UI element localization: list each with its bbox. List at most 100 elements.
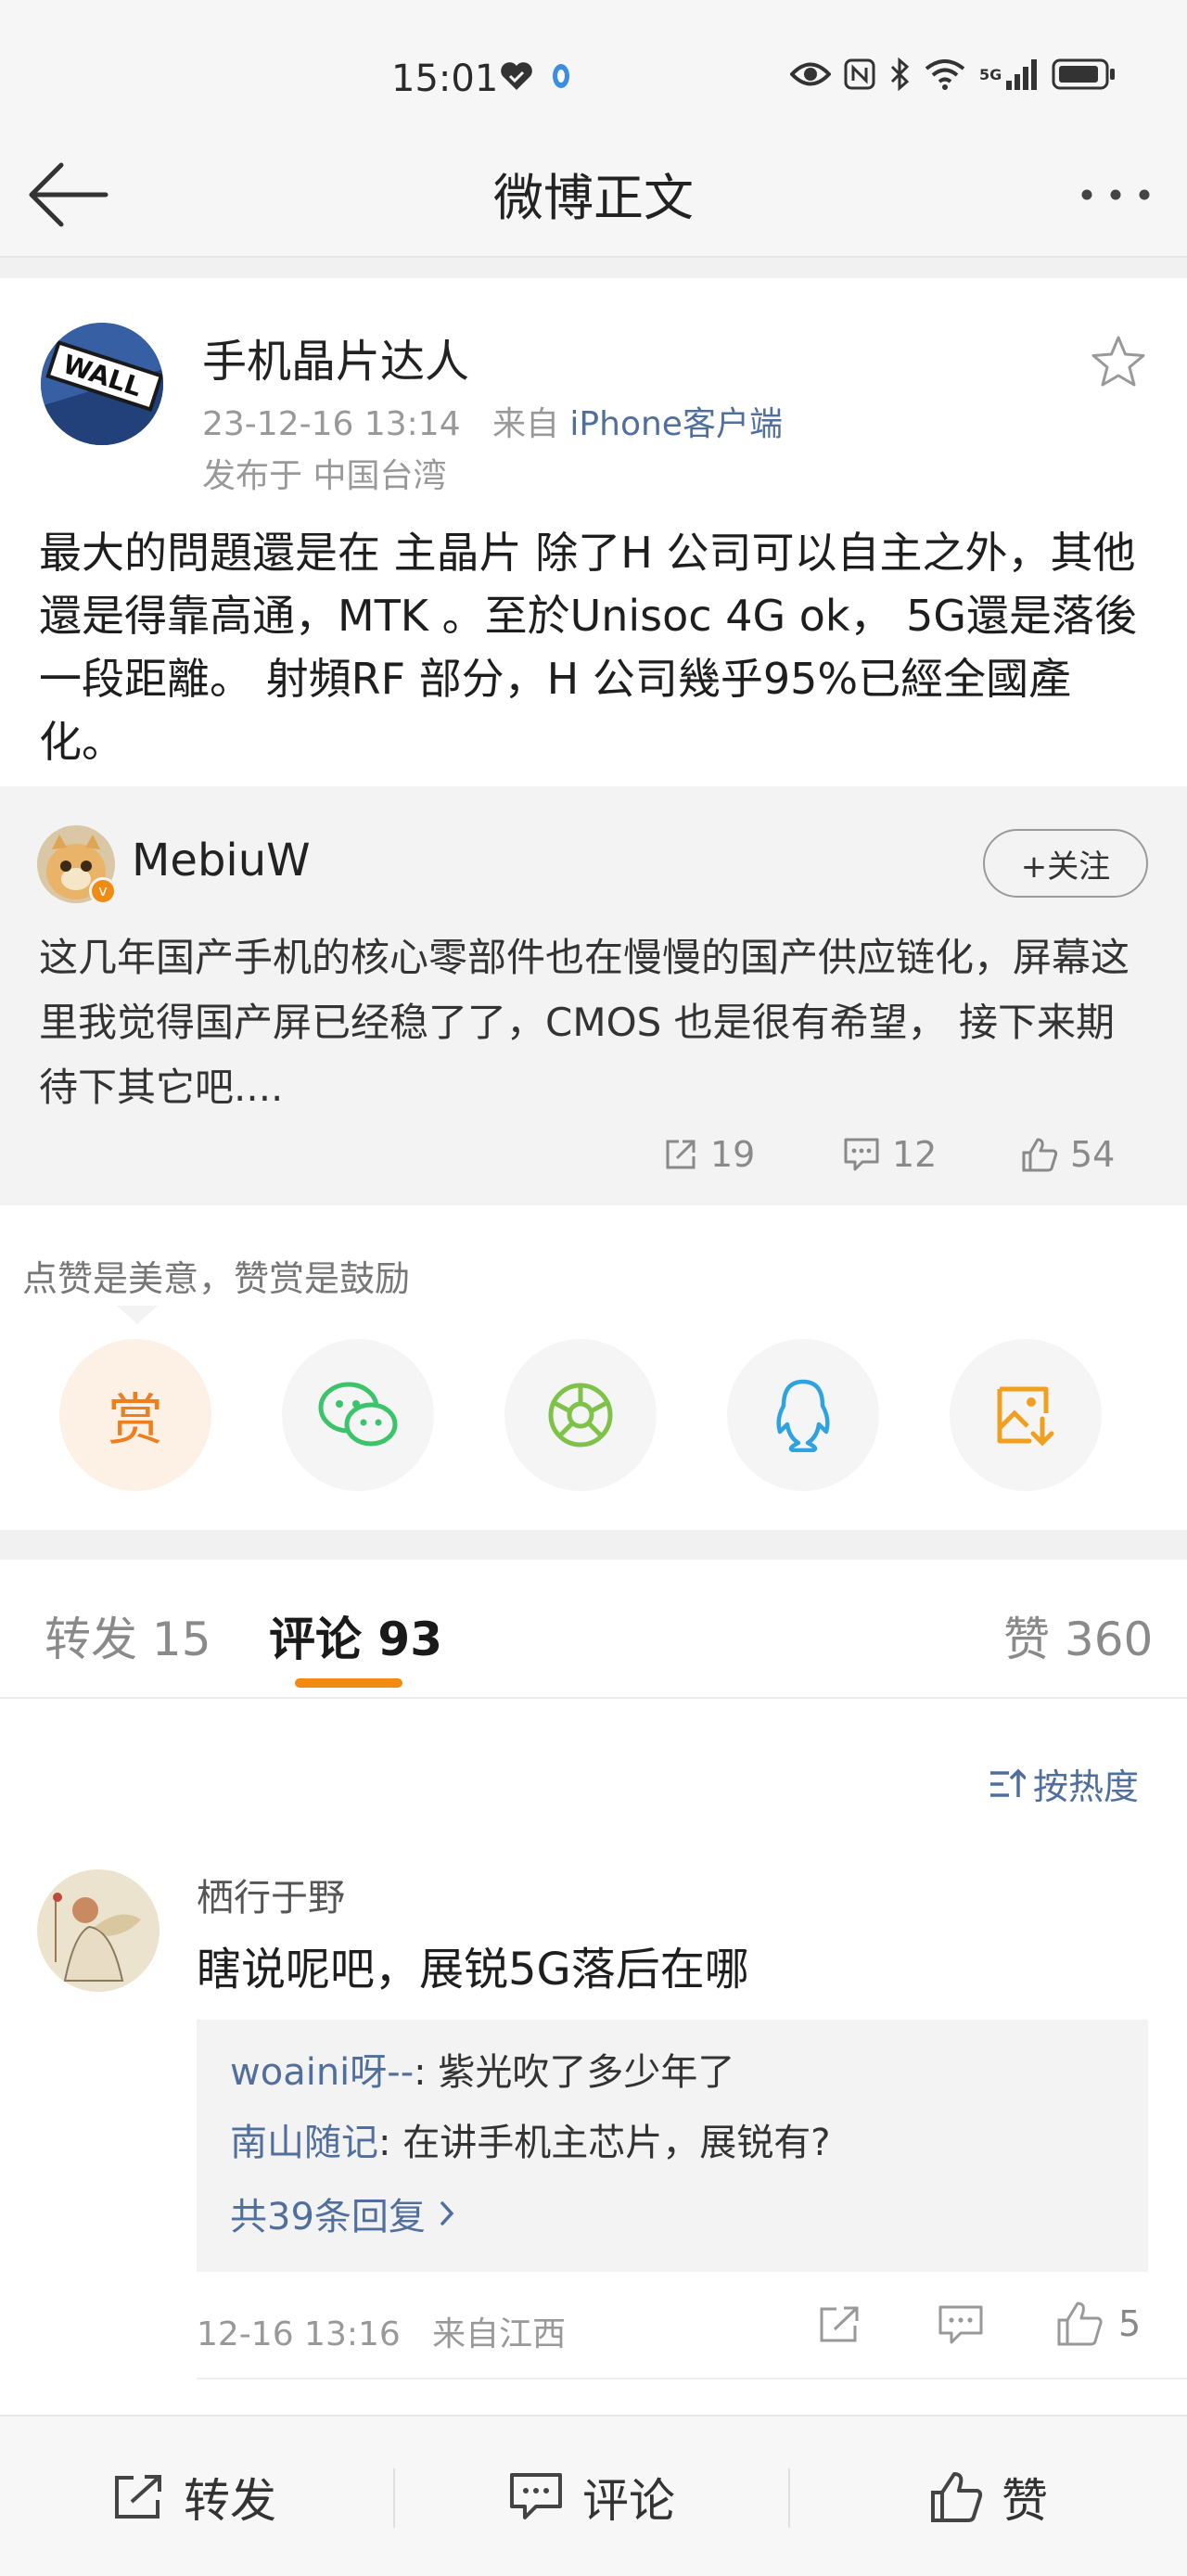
post-location: 发布于 中国台湾 [202,457,447,495]
comment-author[interactable]: 栖行于野 [197,1868,345,1921]
tab-bar: 转发 15 评论 93 赞 360 [0,1560,1187,1699]
illustration-avatar-image [37,1869,160,1992]
quoted-post-stats: 19 12 54 [0,1122,1187,1187]
sort-icon [990,1768,1026,1797]
comment-share-button[interactable] [816,2303,862,2346]
reward-label: 赏 [108,1387,163,1453]
save-image-icon [997,1386,1054,1447]
comment-icon [938,2305,983,2344]
comment-location: 来自江西 [432,2315,567,2353]
repost-icon [666,1140,696,1169]
bottom-comment-button[interactable]: 评论 [508,2417,675,2576]
share-moments-button[interactable] [504,1339,657,1491]
status-bar: 15:01 5G [0,0,1187,139]
comment-time: 12-16 13:16 [197,2315,401,2353]
comment-icon [510,2473,562,2519]
share-qq-button[interactable] [727,1339,879,1491]
quoted-like-count: 54 [1070,1134,1116,1175]
post-body: 最大的問題還是在 主晶片 除了H 公司可以自主之外，其他還是得靠高通，MTK 。… [39,528,1138,767]
bottom-separator [788,2468,790,2528]
qq-icon [776,1379,830,1452]
bottom-like-button[interactable]: 赞 [929,2417,1048,2576]
save-image-button[interactable] [950,1339,1102,1491]
favorite-button[interactable] [1090,334,1147,391]
reward-tip: 点赞是美意，赞赏是鼓励 [22,1258,411,1299]
wall-street-sign-image: WALL [41,323,163,445]
bottom-repost-button[interactable]: 转发 [111,2417,276,2576]
reward-button[interactable]: 赏 [59,1339,211,1491]
location-dot-icon [551,61,571,91]
back-button[interactable] [24,158,109,232]
bottom-comment-label: 评论 [582,2474,675,2528]
comment-text: 瞎说呢吧，展锐5G落后在哪 [197,1944,749,1996]
nav-bar: 微博正文 [0,139,1187,258]
repost-icon [115,2475,161,2519]
tab-like[interactable]: 赞 360 [1003,1602,1153,1669]
post-source-prefix: 来自 [491,405,559,443]
quoted-comment-count: 12 [892,1134,938,1175]
author-avatar[interactable]: WALL [41,323,163,445]
section-divider [0,258,1187,278]
quoted-author-name[interactable]: MebiuW [132,835,311,886]
quoted-post-body: 这几年国产手机的核心零部件也在慢慢的国产供应链化，屏幕这里我觉得国产屏已经稳了了… [39,935,1130,1110]
comment-avatar[interactable] [37,1869,160,1992]
tab-repost[interactable]: 转发 15 [45,1602,211,1669]
quoted-post-card[interactable]: v MebiuW +关注 这几年国产手机的核心零部件也在慢慢的国产供应链化，屏幕… [0,786,1187,1205]
share-icon [820,2306,859,2342]
quoted-like-stat[interactable]: 54 [1020,1122,1115,1187]
more-replies-link[interactable]: 共39条回复 [230,2187,455,2240]
thumbs-up-icon [1057,2302,1103,2346]
reply-author[interactable]: 南山随记 [230,2122,378,2164]
eye-icon [790,60,831,88]
bluetooth-icon [888,57,911,91]
comment-meta: 12-16 13:16 来自江西 [197,2307,566,2355]
more-button[interactable] [1076,176,1155,213]
post-source[interactable]: iPhone客户端 [569,405,783,443]
post-meta: 23-12-16 13:14 来自 iPhone客户端 [202,397,783,445]
bottom-repost-label: 转发 [184,2474,276,2528]
reply-author[interactable]: woaini呀-- [230,2051,414,2094]
comment-divider [197,2378,1187,2379]
comment-like-button[interactable]: 5 [1055,2300,1141,2348]
wechat-icon [318,1382,398,1447]
follow-button[interactable]: +关注 [983,829,1148,898]
thumbs-up-icon [1022,1138,1058,1172]
comment-like-count: 5 [1118,2303,1142,2344]
reply-item[interactable]: 南山随记: 在讲手机主芯片，展锐有? [230,2112,830,2166]
tab-comment[interactable]: 评论 93 [269,1602,442,1669]
reply-text: : 在讲手机主芯片，展锐有? [378,2122,831,2164]
thumbs-up-icon [931,2472,983,2522]
star-icon [1091,336,1145,387]
tab-indicator [295,1678,402,1688]
verified-badge-icon: v [89,877,117,905]
heart-shield-icon [499,59,534,93]
quoted-repost-count: 19 [710,1134,756,1175]
network-type: 5G [979,65,1002,83]
status-time: 15:01 [391,57,499,100]
page-title: 微博正文 [493,169,694,227]
tip-caret [117,1306,158,1324]
wifi-icon [924,57,966,91]
post-datetime: 23-12-16 13:14 [202,405,461,443]
sort-button[interactable]: 按热度 [989,1758,1139,1809]
reply-box[interactable]: woaini呀--: 紫光吹了多少年了 南山随记: 在讲手机主芯片，展锐有? 共… [197,2020,1148,2272]
quoted-repost-stat[interactable]: 19 [662,1122,755,1187]
comment-reply-button[interactable] [937,2303,985,2346]
nfc-icon [844,58,875,90]
signal-icon: 5G [979,58,1039,90]
bottom-action-bar: 转发 评论 赞 [0,2415,1187,2576]
share-wechat-button[interactable] [282,1339,434,1491]
bottom-like-label: 赞 [1002,2474,1048,2528]
more-replies-label: 共39条回复 [230,2196,426,2238]
sort-label: 按热度 [1033,1766,1140,1807]
reply-item[interactable]: woaini呀--: 紫光吹了多少年了 [230,2042,734,2096]
chevron-right-icon [440,2201,454,2225]
reply-text: : 紫光吹了多少年了 [414,2051,735,2094]
author-name[interactable]: 手机晶片达人 [202,325,469,389]
bottom-separator [393,2468,395,2528]
status-left-icons [499,59,571,93]
section-divider [0,1530,1187,1560]
quoted-comment-stat[interactable]: 12 [842,1122,937,1187]
moments-icon [548,1383,613,1447]
status-right-icons: 5G [790,57,1117,91]
